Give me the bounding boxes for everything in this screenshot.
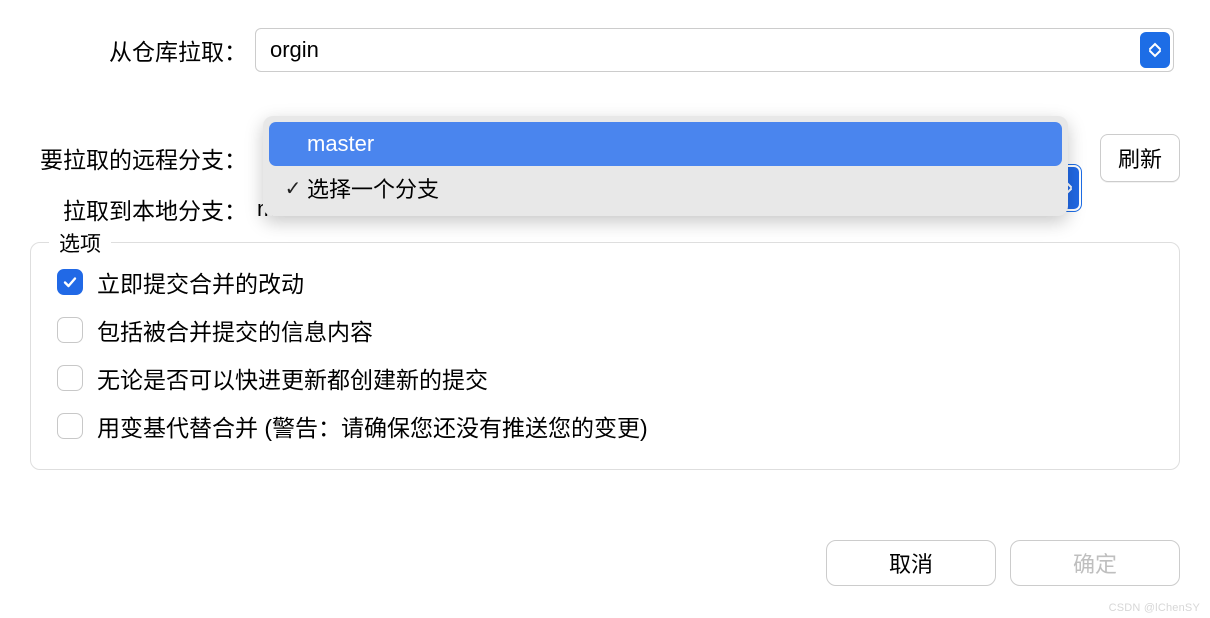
updown-icon[interactable] bbox=[1140, 32, 1170, 68]
ok-button[interactable]: 确定 bbox=[1010, 540, 1180, 586]
repo-label: 从仓库拉取： bbox=[30, 33, 255, 67]
checkbox-label: 用变基代替合并 (警告：请确保您还没有推送您的变更) bbox=[97, 409, 648, 443]
local-branch-label: 拉取到本地分支： bbox=[30, 192, 255, 226]
option-include-messages[interactable]: 包括被合并提交的信息内容 bbox=[57, 313, 1153, 347]
dialog-buttons: 取消 确定 bbox=[826, 540, 1180, 586]
checkbox-label: 包括被合并提交的信息内容 bbox=[97, 313, 373, 347]
checkbox-label: 无论是否可以快进更新都创建新的提交 bbox=[97, 361, 488, 395]
checkbox[interactable] bbox=[57, 413, 83, 439]
option-always-new-commit[interactable]: 无论是否可以快进更新都创建新的提交 bbox=[57, 361, 1153, 395]
options-group: 选项 立即提交合并的改动 包括被合并提交的信息内容 无论是否可以快进更新都创建新… bbox=[30, 242, 1180, 470]
dropdown-item-master[interactable]: master bbox=[269, 122, 1062, 166]
dropdown-item-label: 选择一个分支 bbox=[307, 172, 1052, 204]
checkbox-label: 立即提交合并的改动 bbox=[97, 265, 304, 299]
dropdown-item-label: master bbox=[307, 131, 1052, 157]
options-legend: 选项 bbox=[49, 228, 111, 258]
branch-dropdown[interactable]: master ✓ 选择一个分支 bbox=[263, 116, 1068, 216]
watermark: CSDN @lChenSY bbox=[1109, 602, 1200, 614]
option-commit-immediately[interactable]: 立即提交合并的改动 bbox=[57, 265, 1153, 299]
option-rebase[interactable]: 用变基代替合并 (警告：请确保您还没有推送您的变更) bbox=[57, 409, 1153, 443]
checkbox[interactable] bbox=[57, 317, 83, 343]
dropdown-item-placeholder[interactable]: ✓ 选择一个分支 bbox=[269, 166, 1062, 210]
repo-input[interactable] bbox=[255, 28, 1174, 72]
refresh-button[interactable]: 刷新 bbox=[1100, 134, 1180, 182]
check-icon: ✓ bbox=[279, 176, 307, 201]
repo-combobox[interactable] bbox=[255, 28, 1174, 72]
repo-row: 从仓库拉取： bbox=[0, 28, 1210, 72]
checkbox[interactable] bbox=[57, 269, 83, 295]
remote-branch-label: 要拉取的远程分支： bbox=[30, 141, 255, 175]
checkbox[interactable] bbox=[57, 365, 83, 391]
cancel-button[interactable]: 取消 bbox=[826, 540, 996, 586]
